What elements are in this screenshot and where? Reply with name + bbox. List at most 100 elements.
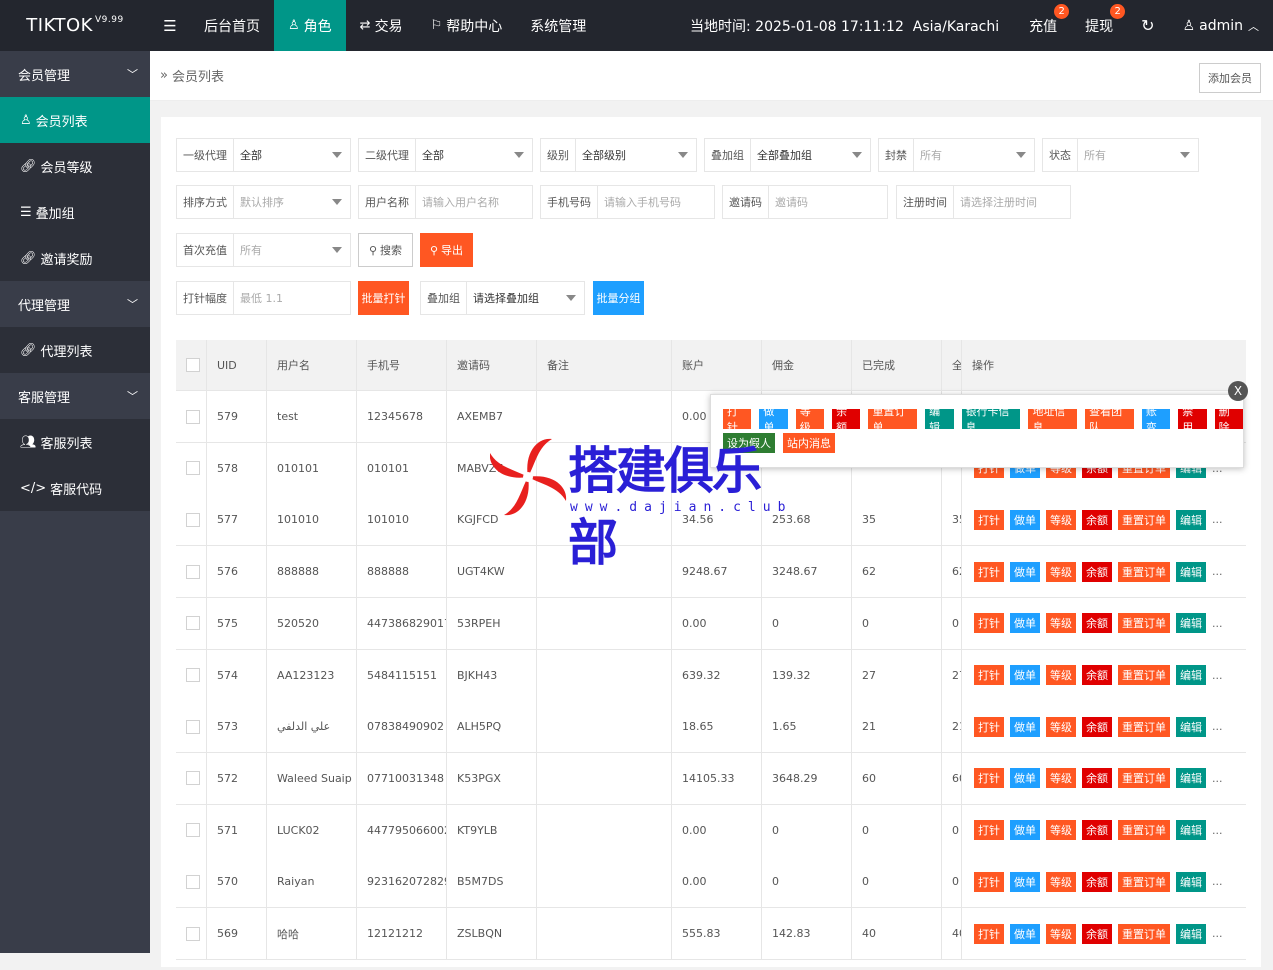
agent1-select[interactable]: 一级代理 全部 xyxy=(176,138,351,172)
sort-select[interactable]: 排序方式 默认排序 xyxy=(176,185,351,219)
popup-op-button[interactable]: 删除 xyxy=(1214,405,1243,434)
row-op-button[interactable]: 等级 xyxy=(1046,820,1076,841)
app-logo[interactable]: TIKTOK V9.99 xyxy=(0,0,150,51)
topnav-system[interactable]: 系统管理 xyxy=(516,0,600,51)
row-op-button[interactable]: 打针 xyxy=(974,716,1004,737)
row-ops-more[interactable]: ... xyxy=(1212,513,1223,526)
row-op-button[interactable]: 余额 xyxy=(1082,613,1112,634)
search-button[interactable]: ⚲ 搜索 xyxy=(358,233,413,267)
phone-input[interactable]: 手机号码 请输入手机号码 xyxy=(540,185,715,219)
row-ops-more[interactable]: ... xyxy=(1212,927,1223,940)
row-checkbox[interactable] xyxy=(186,409,200,424)
row-op-button[interactable]: 等级 xyxy=(1046,716,1076,737)
row-op-button[interactable]: 打针 xyxy=(974,768,1004,789)
popup-op-button[interactable]: 查看团队 xyxy=(1085,405,1134,434)
popup-op-button[interactable]: 等级 xyxy=(795,405,825,434)
row-op-button[interactable]: 等级 xyxy=(1046,923,1076,944)
row-op-button[interactable]: 等级 xyxy=(1046,509,1076,530)
refresh-icon[interactable]: ↻ xyxy=(1127,0,1168,51)
row-checkbox[interactable] xyxy=(186,616,200,631)
row-op-button[interactable]: 重置订单 xyxy=(1118,716,1170,737)
row-ops-more[interactable]: ... xyxy=(1212,772,1223,785)
recharge-button[interactable]: 充值 2 xyxy=(1015,0,1071,51)
row-op-button[interactable]: 做单 xyxy=(1010,613,1040,634)
ban-select[interactable]: 封禁 所有 xyxy=(878,138,1035,172)
row-op-button[interactable]: 重置订单 xyxy=(1118,820,1170,841)
topnav-role[interactable]: ♙ 角色 xyxy=(274,0,346,51)
row-op-button[interactable]: 做单 xyxy=(1010,820,1040,841)
popup-op-button[interactable]: 余额 xyxy=(832,405,861,434)
row-op-button[interactable]: 等级 xyxy=(1046,665,1076,685)
row-op-button[interactable]: 重置订单 xyxy=(1118,923,1170,944)
topnav-home[interactable]: 后台首页 xyxy=(190,0,274,51)
group-assign-select[interactable]: 叠加组 请选择叠加组 xyxy=(420,281,585,315)
row-op-button[interactable]: 重置订单 xyxy=(1118,613,1170,634)
row-op-button[interactable]: 编辑 xyxy=(1176,871,1206,892)
username-input[interactable]: 用户名称 请输入用户名称 xyxy=(358,185,533,219)
status-select[interactable]: 状态 所有 xyxy=(1042,138,1199,172)
popup-op-button[interactable]: 站内消息 xyxy=(783,433,835,453)
row-checkbox[interactable] xyxy=(186,461,200,476)
row-op-button[interactable]: 编辑 xyxy=(1176,613,1206,634)
row-ops-more[interactable]: ... xyxy=(1212,669,1223,682)
popup-op-button[interactable]: 银行卡信息 xyxy=(961,405,1021,434)
row-op-button[interactable]: 做单 xyxy=(1010,509,1040,530)
sidebar-item-service-code[interactable]: </> 客服代码 xyxy=(0,465,150,511)
row-op-button[interactable]: 编辑 xyxy=(1176,665,1206,685)
popup-op-button[interactable]: 重置订单 xyxy=(868,405,918,434)
row-op-button[interactable]: 打针 xyxy=(974,820,1004,841)
row-op-button[interactable]: 编辑 xyxy=(1176,509,1206,530)
row-ops-more[interactable]: ... xyxy=(1212,824,1223,837)
user-menu[interactable]: ♙ admin ︿ xyxy=(1169,0,1273,51)
row-op-button[interactable]: 做单 xyxy=(1010,871,1040,892)
sidebar-item-agent-list[interactable]: 🔗︎ 代理列表 xyxy=(0,327,150,373)
sidebar-item-service-list[interactable]: 👥︎ 客服列表 xyxy=(0,419,150,465)
batch-punch-button[interactable]: 批量打针 xyxy=(358,281,409,315)
invite-input[interactable]: 邀请码 邀请码 xyxy=(722,185,888,219)
row-checkbox[interactable] xyxy=(186,512,200,527)
row-op-button[interactable]: 余额 xyxy=(1082,561,1112,582)
row-op-button[interactable]: 等级 xyxy=(1046,871,1076,892)
row-op-button[interactable]: 重置订单 xyxy=(1118,871,1170,892)
regtime-input[interactable]: 注册时间 请选择注册时间 xyxy=(896,185,1071,219)
row-checkbox[interactable] xyxy=(186,823,200,838)
close-icon[interactable]: X xyxy=(1228,381,1248,401)
row-op-button[interactable]: 余额 xyxy=(1082,820,1112,841)
row-op-button[interactable]: 重置订单 xyxy=(1118,665,1170,685)
row-op-button[interactable]: 打针 xyxy=(974,923,1004,944)
popup-op-button[interactable]: 地址信息 xyxy=(1028,405,1078,434)
row-ops-more[interactable]: ... xyxy=(1212,617,1223,630)
row-op-button[interactable]: 做单 xyxy=(1010,716,1040,737)
popup-op-button[interactable]: 编辑 xyxy=(925,405,954,434)
row-op-button[interactable]: 余额 xyxy=(1082,768,1112,789)
row-op-button[interactable]: 做单 xyxy=(1010,665,1040,685)
topnav-help[interactable]: ⚐ 帮助中心 xyxy=(417,0,517,51)
row-op-button[interactable]: 等级 xyxy=(1046,613,1076,634)
sidebar-item-invite-reward[interactable]: 🔗︎ 邀请奖励 xyxy=(0,235,150,281)
row-checkbox[interactable] xyxy=(186,926,200,941)
row-checkbox[interactable] xyxy=(186,719,200,734)
row-op-button[interactable]: 编辑 xyxy=(1176,820,1206,841)
sidebar-group-agent[interactable]: 代理管理 ﹀ xyxy=(0,281,150,327)
row-op-button[interactable]: 等级 xyxy=(1046,768,1076,789)
row-op-button[interactable]: 打针 xyxy=(974,613,1004,634)
sidebar-item-member-level[interactable]: 🔗︎ 会员等级 xyxy=(0,143,150,189)
popup-op-button[interactable]: 禁用 xyxy=(1178,405,1207,434)
group-select[interactable]: 叠加组 全部叠加组 xyxy=(704,138,871,172)
agent2-select[interactable]: 二级代理 全部 xyxy=(358,138,533,172)
row-op-button[interactable]: 余额 xyxy=(1082,871,1112,892)
row-op-button[interactable]: 编辑 xyxy=(1176,561,1206,582)
export-button[interactable]: ⚲ 导出 xyxy=(420,233,473,267)
popup-op-button[interactable]: 账变 xyxy=(1141,405,1171,434)
first-recharge-select[interactable]: 首次充值 所有 xyxy=(176,233,351,267)
withdraw-button[interactable]: 提现 2 xyxy=(1071,0,1127,51)
row-op-button[interactable]: 打针 xyxy=(974,871,1004,892)
row-op-button[interactable]: 做单 xyxy=(1010,768,1040,789)
row-op-button[interactable]: 编辑 xyxy=(1176,768,1206,789)
add-member-button[interactable]: 添加会员 xyxy=(1199,63,1261,93)
row-op-button[interactable]: 打针 xyxy=(974,665,1004,685)
row-op-button[interactable]: 余额 xyxy=(1082,665,1112,685)
row-checkbox[interactable] xyxy=(186,668,200,682)
topnav-trade[interactable]: ⇄ 交易 xyxy=(346,0,417,51)
sidebar-item-member-list[interactable]: ♙ 会员列表 xyxy=(0,97,150,143)
